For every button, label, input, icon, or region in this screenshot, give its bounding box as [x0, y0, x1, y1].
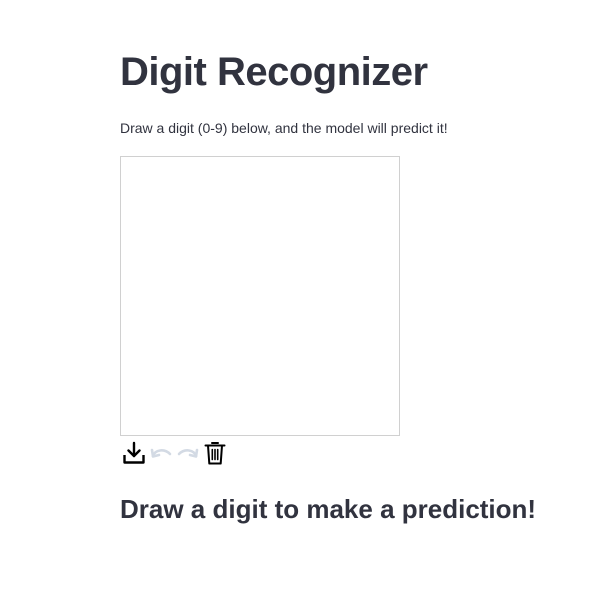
trash-icon [204, 442, 225, 465]
page-description: Draw a digit (0-9) below, and the model … [120, 120, 448, 136]
prediction-message: Draw a digit to make a prediction! [120, 494, 537, 524]
download-icon [122, 441, 145, 464]
clear-button[interactable] [201, 440, 228, 466]
canvas-toolbar [120, 440, 228, 466]
drawing-canvas[interactable] [120, 156, 400, 436]
undo-button[interactable] [147, 440, 174, 466]
redo-icon [177, 448, 198, 458]
download-button[interactable] [120, 440, 147, 466]
redo-button[interactable] [174, 440, 201, 466]
page-title: Digit Recognizer [120, 50, 428, 94]
undo-icon [150, 448, 171, 458]
